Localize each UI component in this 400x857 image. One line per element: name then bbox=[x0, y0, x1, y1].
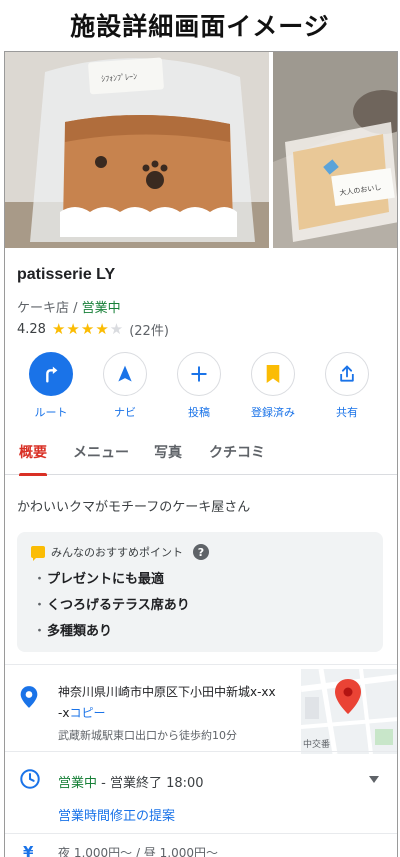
recommend-box: みんなのおすすめポイント ? ・プレゼントにも最適 ・くつろげるテラス席あり ・… bbox=[17, 532, 383, 652]
recommend-title: みんなのおすすめポイント bbox=[51, 546, 183, 559]
share-label: 共有 bbox=[336, 406, 358, 419]
recommend-item: 多種類あり bbox=[47, 624, 113, 639]
route-button[interactable]: ルート bbox=[14, 352, 88, 420]
post-button[interactable]: 投稿 bbox=[162, 352, 236, 420]
rating-line[interactable]: 4.28 ★ ★ ★ ★ ★ (22件) bbox=[17, 320, 169, 340]
action-bar: ルート ナビ 投稿 登録済み 共有 bbox=[5, 352, 397, 427]
divider bbox=[5, 833, 397, 834]
clock-icon bbox=[20, 769, 40, 789]
category-line: ケーキ店 / 営業中 bbox=[17, 297, 121, 316]
suggest-hours-link[interactable]: 営業時間修正の提案 bbox=[58, 805, 175, 824]
yen-icon: ¥ bbox=[23, 843, 34, 857]
share-icon bbox=[340, 365, 354, 382]
hours-section: 営業中 - 営業終了 18:00 営業時間修正の提案 bbox=[5, 756, 397, 836]
recommend-item: くつろげるテラス席あり bbox=[47, 598, 190, 613]
tab-photos[interactable]: 写真 bbox=[154, 435, 182, 475]
hours-open-status: 営業中 bbox=[58, 776, 98, 791]
bullet: ・ bbox=[33, 572, 47, 587]
station-access: 武蔵新城駅東口出口から徒歩約10分 bbox=[58, 729, 237, 742]
star-icon: ★ bbox=[66, 320, 80, 338]
category: ケーキ店 bbox=[17, 301, 70, 316]
price-text: 夜 1,000円～ / 昼 1,000円～ bbox=[58, 846, 219, 857]
recommend-item: プレゼントにも最適 bbox=[47, 572, 165, 587]
bullet: ・ bbox=[33, 624, 47, 639]
star-icon: ★ bbox=[80, 320, 95, 338]
map-thumbnail[interactable]: 中交番 bbox=[301, 669, 397, 754]
list-item: ・くつろげるテラス席あり bbox=[33, 596, 190, 622]
saved-button[interactable]: 登録済み bbox=[236, 352, 310, 420]
page-heading: 施設詳細画面イメージ bbox=[70, 12, 330, 41]
route-turn-icon bbox=[46, 366, 58, 383]
cake-slice-illustration: 大人のおいし bbox=[273, 52, 397, 248]
route-label: ルート bbox=[34, 406, 68, 419]
star-icon: ★ bbox=[51, 320, 66, 338]
map-label: 中交番 bbox=[303, 740, 331, 750]
tab-bar: 概要 メニュー 写真 クチコミ bbox=[5, 435, 397, 476]
help-icon[interactable]: ? bbox=[193, 544, 209, 560]
navigation-arrow-icon bbox=[118, 365, 132, 382]
recommend-header: みんなのおすすめポイント ? bbox=[31, 544, 209, 561]
plus-icon bbox=[191, 366, 207, 382]
chiffon-cake-illustration: ｼﾌｫﾝﾌﾟﾚｰﾝ bbox=[5, 52, 269, 248]
divider bbox=[5, 751, 397, 752]
shop-name: patisserie LY bbox=[17, 266, 116, 283]
address-suffix: -x bbox=[58, 706, 70, 720]
tab-menu[interactable]: メニュー bbox=[73, 435, 129, 475]
hours-separator: - bbox=[97, 776, 110, 791]
tab-overview[interactable]: 概要 bbox=[19, 435, 47, 476]
speech-bubble-icon bbox=[31, 546, 45, 561]
navi-button-circle bbox=[103, 352, 147, 396]
saved-label: 登録済み bbox=[251, 406, 295, 419]
review-count: (22件) bbox=[129, 324, 169, 339]
hours-closing: 営業終了 18:00 bbox=[109, 776, 204, 791]
expand-hours-icon[interactable] bbox=[369, 776, 379, 783]
location-pin-icon bbox=[20, 686, 38, 708]
star-empty-icon: ★ bbox=[109, 320, 124, 338]
navi-button[interactable]: ナビ bbox=[88, 352, 162, 420]
rating-stars: ★ ★ ★ ★ ★ bbox=[52, 322, 123, 337]
bullet: ・ bbox=[33, 598, 47, 613]
main-photo[interactable]: ｼﾌｫﾝﾌﾟﾚｰﾝ bbox=[5, 52, 269, 248]
price-section: ¥ 夜 1,000円～ / 昼 1,000円～ bbox=[5, 842, 397, 857]
divider bbox=[5, 664, 397, 665]
rating-value: 4.28 bbox=[17, 322, 46, 337]
navi-label: ナビ bbox=[114, 406, 136, 419]
phone-screen: ｼﾌｫﾝﾌﾟﾚｰﾝ 大人のおいし patisserie LY ケーキ店 / 営業… bbox=[4, 51, 398, 857]
bookmark-icon bbox=[266, 365, 280, 383]
recommend-list: ・プレゼントにも最適 ・くつろげるテラス席あり ・多種類あり bbox=[33, 570, 190, 648]
address-line-1: 神奈川県川崎市中原区下小田中新城x-xx bbox=[58, 685, 276, 699]
list-item: ・プレゼントにも最適 bbox=[33, 570, 190, 596]
star-icon: ★ bbox=[95, 320, 109, 338]
shop-description: かわいいクマがモチーフのケーキ屋さん bbox=[17, 500, 251, 515]
share-button[interactable]: 共有 bbox=[310, 352, 384, 420]
side-photo[interactable]: 大人のおいし bbox=[273, 52, 397, 248]
route-button-circle bbox=[29, 352, 73, 396]
copy-address-link[interactable]: コピー bbox=[69, 706, 105, 720]
open-status: 営業中 bbox=[81, 301, 121, 316]
saved-button-circle bbox=[251, 352, 295, 396]
category-separator: / bbox=[69, 301, 82, 316]
post-label: 投稿 bbox=[188, 406, 210, 419]
hours-line: 営業中 - 営業終了 18:00 bbox=[58, 772, 204, 791]
address-section[interactable]: 神奈川県川崎市中原区下小田中新城x-xx -xコピー 武蔵新城駅東口出口から徒歩… bbox=[5, 669, 397, 754]
post-button-circle bbox=[177, 352, 221, 396]
share-button-circle bbox=[325, 352, 369, 396]
tab-reviews[interactable]: クチコミ bbox=[209, 435, 265, 475]
address-line-2: -xコピー bbox=[58, 704, 105, 721]
list-item: ・多種類あり bbox=[33, 622, 190, 648]
